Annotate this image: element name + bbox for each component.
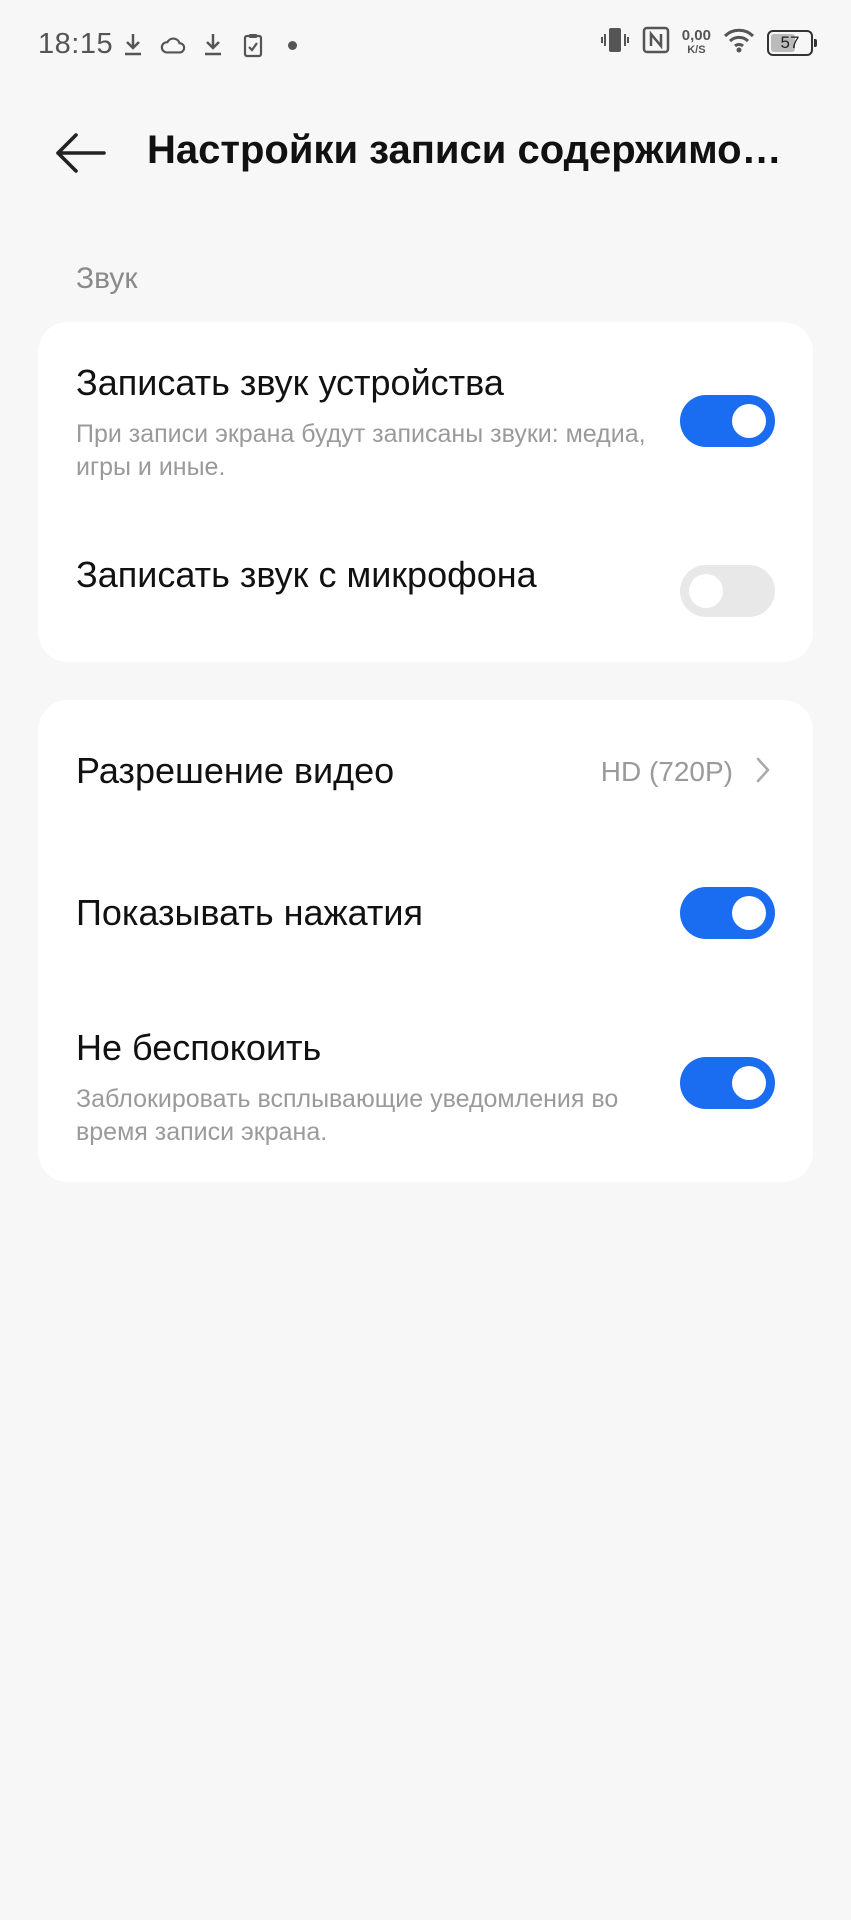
download-icon [200, 30, 226, 60]
setting-title: Разрешение видео [76, 750, 395, 791]
video-settings-card: Разрешение видео HD (720P) Показывать на… [38, 700, 813, 1182]
setting-title: Не беспокоить [76, 1027, 322, 1068]
vibrate-icon [600, 26, 630, 59]
setting-row-show-touches[interactable]: Показывать нажатия [38, 840, 813, 985]
setting-row-do-not-disturb[interactable]: Не беспокоить Заблокировать всплывающие … [38, 985, 813, 1182]
back-button[interactable] [50, 128, 110, 178]
page-title: Настройки записи содержимо… [147, 128, 782, 172]
toggle-knob [732, 404, 766, 438]
battery-icon: 57 [767, 29, 817, 56]
download-icon [120, 30, 146, 60]
nfc-icon [642, 26, 670, 59]
wifi-icon [723, 27, 755, 58]
clipboard-check-icon [240, 30, 266, 60]
setting-row-mic-audio[interactable]: Записать звук с микрофона [38, 512, 813, 662]
network-speed: 0,00 K/S [681, 26, 711, 57]
setting-title: Записать звук с микрофона [76, 554, 537, 595]
setting-subtitle: При записи экрана будут записаны звуки: … [76, 420, 646, 481]
status-time: 18:15 [38, 28, 114, 60]
status-bar: 18:15 0,00 K/S 57 [0, 0, 851, 92]
dot-icon [288, 40, 297, 50]
network-speed-value: 0,00 [681, 26, 711, 44]
setting-row-video-resolution[interactable]: Разрешение видео HD (720P) [38, 700, 813, 840]
setting-title: Записать звук устройства [76, 362, 504, 403]
do-not-disturb-toggle[interactable] [680, 1057, 775, 1109]
setting-row-device-audio[interactable]: Записать звук устройства При записи экра… [38, 322, 813, 512]
system-icons: 0,00 K/S 57 [600, 26, 817, 59]
sound-settings-card: Записать звук устройства При записи экра… [38, 322, 813, 662]
network-speed-unit: K/S [687, 43, 706, 56]
show-touches-toggle[interactable] [680, 887, 775, 939]
section-label-sound: Звук [76, 262, 138, 295]
arrow-left-icon [56, 133, 106, 173]
battery-level: 57 [780, 32, 800, 52]
app-header: Настройки записи содержимо… [0, 110, 851, 194]
toggle-knob [732, 1066, 766, 1100]
setting-title: Показывать нажатия [76, 892, 423, 933]
cloud-icon [160, 30, 186, 60]
video-resolution-value: HD (720P) [600, 756, 733, 787]
mic-audio-toggle[interactable] [680, 565, 775, 617]
notification-icons [120, 30, 297, 60]
toggle-knob [689, 574, 723, 608]
toggle-knob [732, 896, 766, 930]
chevron-right-icon [751, 755, 775, 785]
device-audio-toggle[interactable] [680, 395, 775, 447]
setting-subtitle: Заблокировать всплывающие уведомления во… [76, 1085, 619, 1146]
